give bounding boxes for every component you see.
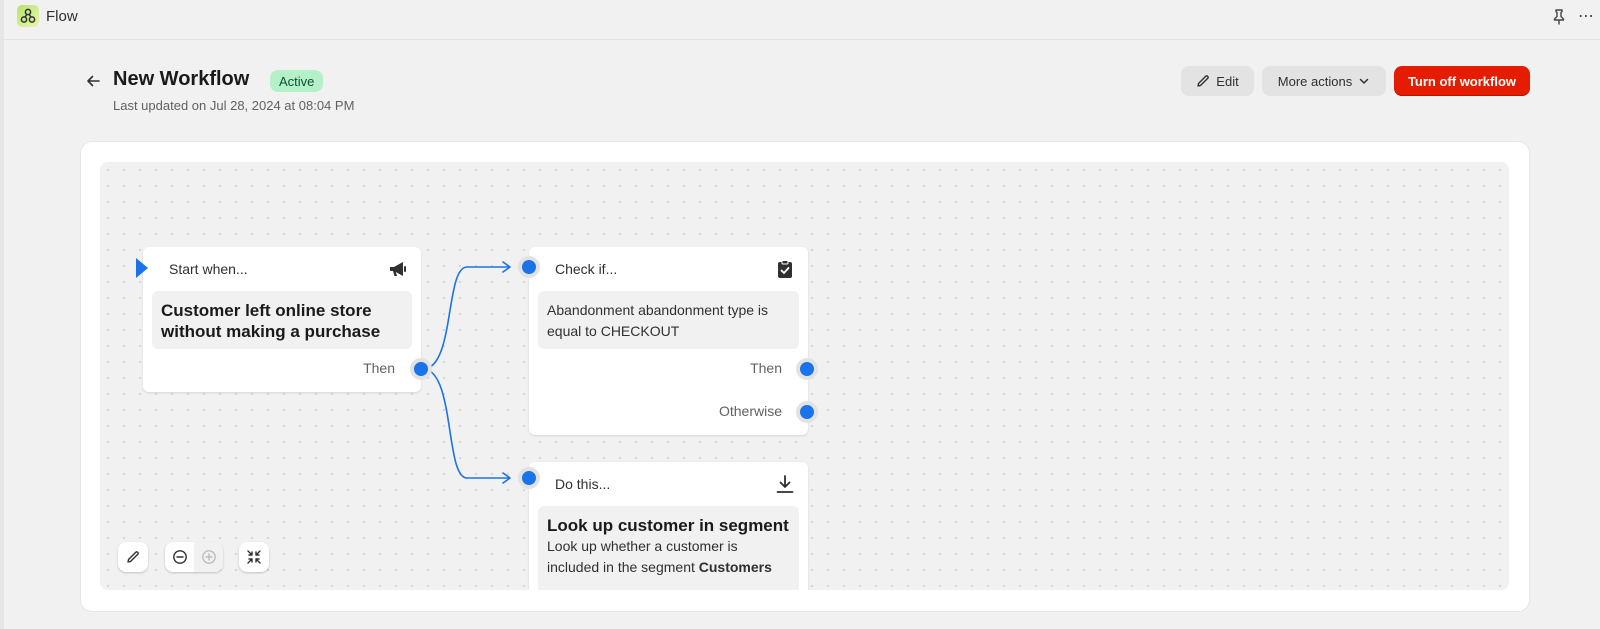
action-node-kind: Do this... [555, 476, 611, 492]
condition-node-header: Check if... [529, 247, 808, 291]
fit-to-view-button[interactable] [239, 542, 269, 572]
flow-app-logo [17, 5, 39, 27]
action-input-port[interactable] [518, 467, 540, 489]
condition-node-text: Abandonment abandonment type is equal to… [547, 302, 769, 339]
trigger-node-title: Customer left online store without makin… [161, 301, 381, 341]
condition-node[interactable]: Check if... Abandonment abandonment type… [529, 247, 808, 435]
last-updated-text: Last updated on Jul 28, 2024 at 08:04 PM [113, 98, 355, 113]
back-button[interactable] [82, 70, 104, 92]
action-node-body: Look up customer in segment Look up whet… [538, 506, 799, 590]
condition-then-port[interactable] [796, 358, 818, 380]
turn-off-workflow-button[interactable]: Turn off workflow [1394, 66, 1530, 96]
flow-icon [20, 8, 36, 23]
workflow-canvas[interactable]: Start when... Customer left online store… [100, 162, 1509, 590]
action-node-header: Do this... [529, 462, 808, 506]
condition-otherwise-label: Otherwise [718, 403, 782, 419]
edit-canvas-button[interactable] [118, 542, 148, 572]
trigger-then-port[interactable] [410, 358, 432, 380]
zoom-in-icon [201, 550, 216, 564]
pencil-icon [127, 551, 139, 563]
pencil-icon [1197, 75, 1210, 87]
action-node-text: Look up whether a customer is included i… [547, 536, 790, 578]
condition-otherwise-port[interactable] [796, 401, 818, 423]
zoom-in-button[interactable] [194, 542, 223, 572]
entry-arrow-icon [136, 258, 148, 278]
trigger-node-body: Customer left online store without makin… [152, 291, 412, 349]
action-node[interactable]: Do this... Look up customer in segment L… [529, 462, 808, 590]
download-icon [774, 473, 796, 495]
zoom-out-icon [172, 550, 187, 564]
trigger-then-label: Then [363, 360, 395, 376]
trigger-node-header: Start when... [143, 247, 421, 291]
trigger-node-kind: Start when... [169, 261, 248, 277]
chevron-down-icon [1359, 78, 1369, 84]
condition-node-body: Abandonment abandonment type is equal to… [538, 291, 799, 349]
zoom-controls [165, 542, 223, 572]
more-options-icon[interactable]: ⋯ [1578, 6, 1595, 26]
condition-node-kind: Check if... [555, 261, 618, 277]
edit-button[interactable]: Edit [1181, 66, 1254, 96]
zoom-out-button[interactable] [165, 542, 194, 572]
clipboard-check-icon [774, 258, 796, 280]
trigger-node[interactable]: Start when... Customer left online store… [143, 247, 421, 392]
page-title: New Workflow [113, 68, 250, 90]
more-actions-button[interactable]: More actions [1262, 66, 1386, 96]
condition-input-port[interactable] [518, 256, 540, 278]
condition-then-label: Then [750, 360, 782, 376]
window-edge [0, 0, 4, 629]
edit-button-label: Edit [1216, 73, 1239, 89]
app-topbar: Flow ⋯ [4, 0, 1600, 40]
app-name: Flow [46, 8, 78, 25]
arrow-left-icon [87, 75, 100, 87]
status-badge: Active [270, 70, 324, 92]
megaphone-icon [387, 258, 409, 280]
collapse-icon [247, 550, 261, 564]
pin-icon[interactable] [1550, 8, 1568, 26]
action-node-text-bold: Customers [698, 559, 772, 575]
action-node-title: Look up customer in segment [547, 516, 789, 535]
more-actions-label: More actions [1277, 73, 1353, 89]
